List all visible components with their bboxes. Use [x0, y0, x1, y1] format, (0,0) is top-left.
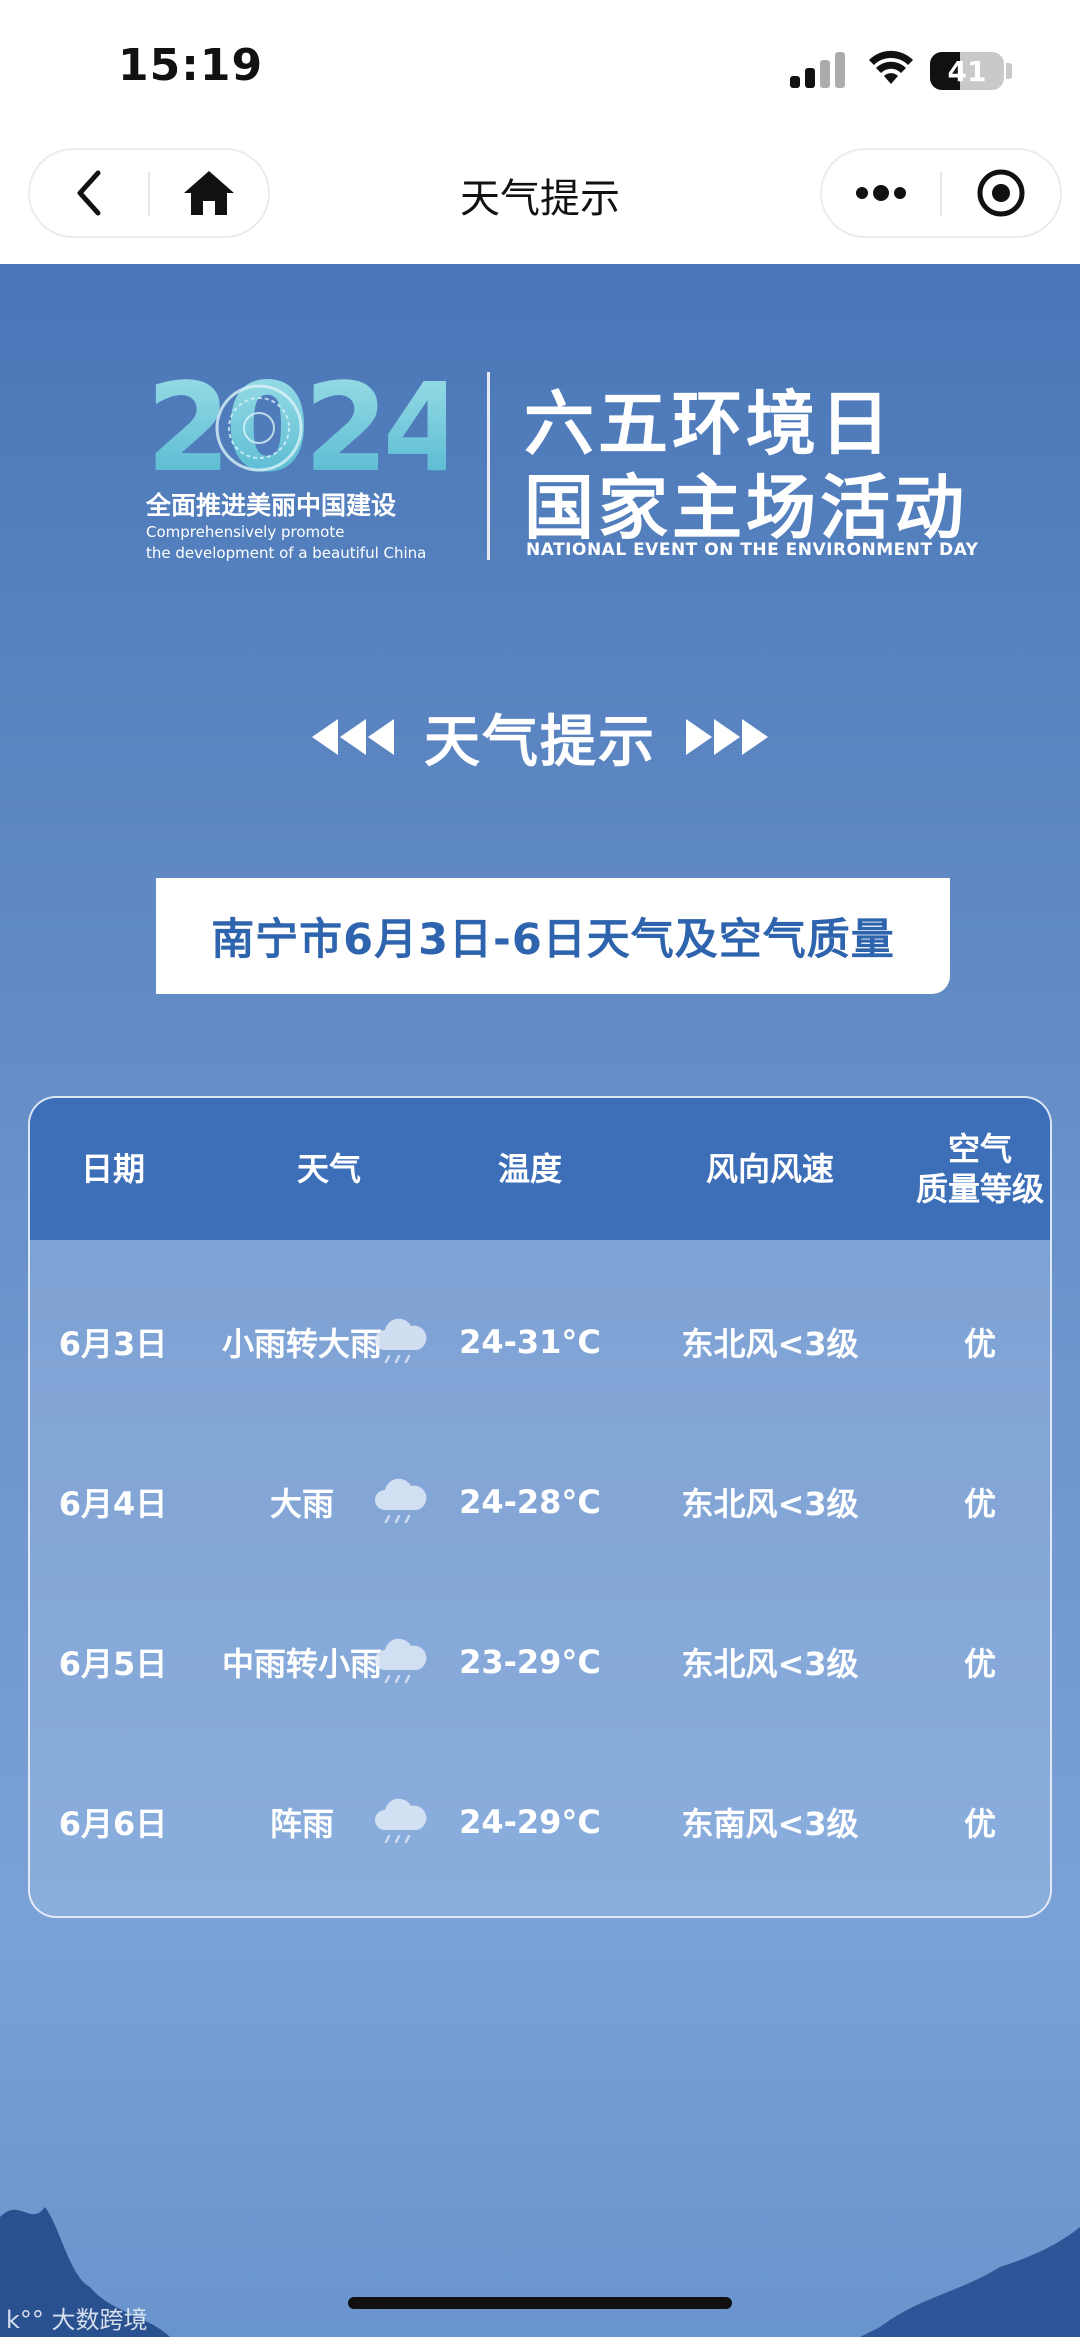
section-title-text: 天气提示	[424, 709, 656, 775]
nav-capsule-right	[820, 148, 1062, 238]
weather-table: 日期 天气 温度 风向风速 空气 质量等级 6月3日 小雨转大雨 24-31°C 东北…	[28, 1096, 1052, 1918]
table-header: 日期 天气 温度 风向风速 空气 质量等级	[30, 1098, 1050, 1240]
logo-year-text: 2024	[146, 368, 446, 478]
logo-subtitle-en-line2: the development of a beautiful China	[146, 544, 427, 562]
status-bar: 15:19 41	[0, 0, 1080, 140]
cell-air-quality: 优	[963, 1485, 996, 1523]
cell-date: 6月4日	[58, 1485, 168, 1523]
logo-divider	[487, 372, 490, 560]
cell-air-quality: 优	[963, 1325, 996, 1363]
cell-temperature: 24-29°C	[459, 1803, 601, 1841]
poster: 2024 全面推进美丽中国建设 Comprehensively promote …	[0, 264, 1080, 2337]
header-temperature: 温度	[497, 1150, 562, 1188]
banner-text: 南宁市6月3日-6日天气及空气质量	[211, 915, 895, 965]
cell-temperature: 24-28°C	[459, 1483, 601, 1521]
cell-air-quality: 优	[963, 1645, 996, 1683]
rain-cloud-icon	[362, 1742, 438, 1902]
battery-cap	[1006, 63, 1012, 79]
header-wind: 风向风速	[705, 1150, 834, 1188]
rain-cloud-icon	[362, 1582, 438, 1742]
cell-date: 6月3日	[58, 1325, 168, 1363]
wifi-icon	[869, 50, 913, 84]
cell-wind: 东北风<3级	[681, 1485, 859, 1523]
table-row: 6月6日 阵雨 24-29°C 东南风<3级优	[30, 1742, 1050, 1902]
home-indicator	[348, 2297, 732, 2309]
triple-arrow-right-icon	[686, 719, 768, 755]
cell-date: 6月5日	[58, 1645, 168, 1683]
target-circle-icon	[977, 169, 1025, 217]
triple-arrow-left-icon	[312, 719, 394, 755]
logo-2024: 2024	[146, 368, 446, 478]
logo-subtitle-en-line1: Comprehensively promote	[146, 523, 345, 541]
status-time: 15:19	[118, 40, 264, 91]
watermark-text: 大数跨境	[51, 2306, 148, 2334]
watermark: k°° 大数跨境	[6, 2300, 148, 2335]
nav-bar: 天气提示	[0, 140, 1080, 264]
cell-wind: 东北风<3级	[681, 1325, 859, 1363]
cell-wind: 东南风<3级	[681, 1805, 859, 1843]
signal-icon	[790, 52, 846, 88]
more-button[interactable]	[822, 150, 940, 236]
event-title-line2: 国家主场活动	[524, 467, 968, 549]
watermark-logo-icon: k°°	[6, 2306, 44, 2334]
rain-cloud-icon	[362, 1422, 438, 1582]
table-row: 6月5日 中雨转小雨 23-29°C 东北风<3级优	[30, 1582, 1050, 1742]
city-banner: 南宁市6月3日-6日天气及空气质量	[156, 878, 950, 994]
table-row: 6月3日 小雨转大雨 24-31°C 东北风<3级优	[30, 1262, 1050, 1422]
close-miniprogram-button[interactable]	[942, 150, 1060, 236]
cell-air-quality: 优	[963, 1805, 996, 1843]
logo-subtitle-cn: 全面推进美丽中国建设	[146, 491, 397, 520]
header-date: 日期	[80, 1150, 145, 1188]
more-dots-icon	[856, 185, 906, 201]
cell-temperature: 24-31°C	[459, 1323, 601, 1361]
battery-percentage: 41	[947, 55, 987, 88]
section-title: 天气提示	[0, 702, 1080, 775]
header-weather: 天气	[296, 1150, 361, 1188]
rain-cloud-icon	[362, 1262, 438, 1422]
battery-icon: 41	[930, 52, 1004, 90]
cell-date: 6月6日	[58, 1805, 168, 1843]
header-air-quality: 空气 质量等级	[915, 1130, 1044, 1208]
event-title-en: NATIONAL EVENT ON THE ENVIRONMENT DAY	[526, 540, 979, 560]
cell-wind: 东北风<3级	[681, 1645, 859, 1683]
table-row: 6月4日 大雨 24-28°C 东北风<3级优	[30, 1422, 1050, 1582]
cell-temperature: 23-29°C	[459, 1643, 601, 1681]
